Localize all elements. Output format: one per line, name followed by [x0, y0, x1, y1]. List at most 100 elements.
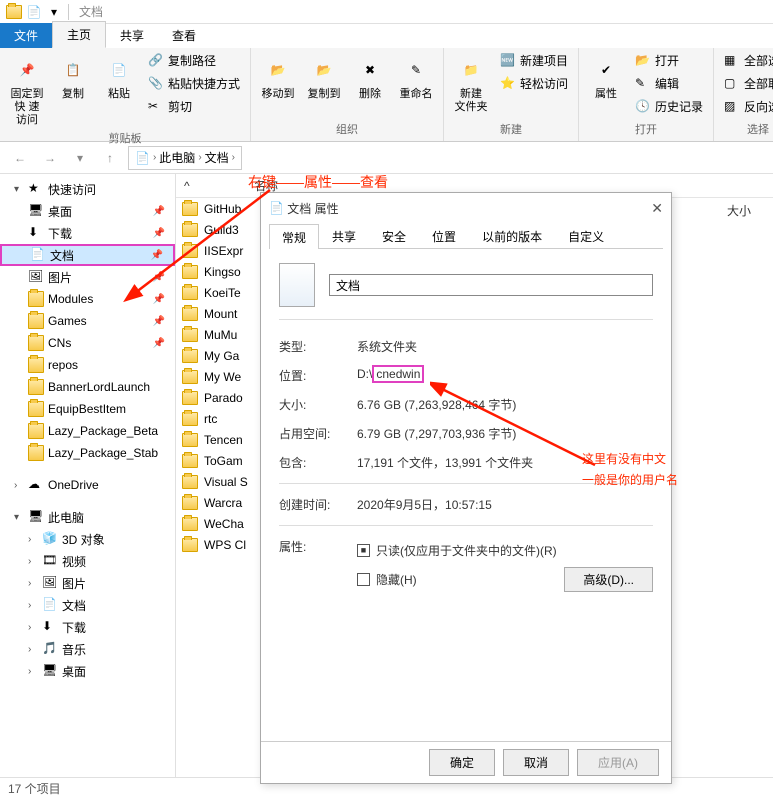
select-all-button[interactable]: ▦全部选择 [720, 50, 773, 71]
cut-button[interactable]: ✂剪切 [144, 96, 244, 117]
tab-file[interactable]: 文件 [0, 23, 52, 48]
tree-equip[interactable]: EquipBestItem [0, 398, 175, 420]
apply-button[interactable]: 应用(A) [577, 749, 659, 776]
newitem-icon: 🆕 [500, 53, 516, 69]
edit-icon: ✎ [635, 76, 651, 92]
tab-location[interactable]: 位置 [419, 223, 469, 248]
pin-icon: 📌 [11, 54, 43, 86]
folder-icon [182, 307, 198, 321]
tree-games[interactable]: Games📌 [0, 310, 175, 332]
folder-icon [28, 401, 44, 417]
picture-icon: 🖼 [42, 575, 58, 591]
folder-icon [182, 265, 198, 279]
rename-button[interactable]: ✎重命名 [395, 50, 437, 101]
tree-thispc[interactable]: ▾🖥此电脑 [0, 506, 175, 528]
tree-repos[interactable]: repos [0, 354, 175, 376]
properties-button[interactable]: ✔属性 [585, 50, 627, 117]
folder-icon [182, 223, 198, 237]
tree-3dobjects[interactable]: ›🧊3D 对象 [0, 528, 175, 550]
open-icon: 📂 [635, 53, 651, 69]
new-item-button[interactable]: 🆕新建项目 [496, 50, 572, 71]
tab-general[interactable]: 常规 [269, 224, 319, 249]
hidden-checkbox[interactable] [357, 573, 370, 586]
nav-forward-button[interactable]: → [38, 146, 62, 170]
paste-button[interactable]: 📄粘贴 [98, 50, 140, 128]
value-size: 6.76 GB (7,263,928,464 字节) [357, 396, 653, 413]
copy-to-button[interactable]: 📂复制到 [303, 50, 345, 101]
dropdown-icon[interactable]: ▾ [46, 4, 62, 20]
delete-button[interactable]: ✖删除 [349, 50, 391, 101]
copy-button[interactable]: 📋复制 [52, 50, 94, 128]
folder-icon [182, 391, 198, 405]
music-icon: 🎵 [42, 641, 58, 657]
tab-previous[interactable]: 以前的版本 [469, 223, 555, 248]
new-folder-button[interactable]: 📁新建 文件夹 [450, 50, 492, 114]
cancel-button[interactable]: 取消 [503, 749, 569, 776]
tab-custom[interactable]: 自定义 [555, 223, 617, 248]
advanced-button[interactable]: 高级(D)... [564, 567, 653, 592]
tree-pictures[interactable]: 🖼图片📌 [0, 266, 175, 288]
paste-shortcut-button[interactable]: 📎粘贴快捷方式 [144, 73, 244, 94]
tree-music[interactable]: ›🎵音乐 [0, 638, 175, 660]
dialog-folder-icon: 📄 [269, 201, 284, 215]
tree-onedrive[interactable]: ›☁OneDrive [0, 474, 175, 496]
ok-button[interactable]: 确定 [429, 749, 495, 776]
tree-desktop[interactable]: 🖥桌面📌 [0, 200, 175, 222]
folder-name-field[interactable]: 文档 [329, 274, 653, 296]
cube-icon: 🧊 [42, 531, 58, 547]
history-button[interactable]: 🕓历史记录 [631, 96, 707, 117]
download-icon: ⬇ [28, 225, 44, 241]
easy-access-button[interactable]: ⭐轻松访问 [496, 73, 572, 94]
navigation-bar: ← → ▾ ↑ 📄 › 此电脑 › 文档 › [0, 142, 773, 174]
tree-lazy-beta[interactable]: Lazy_Package_Beta [0, 420, 175, 442]
pin-icon: 📌 [151, 250, 163, 261]
breadcrumb[interactable]: 📄 › 此电脑 › 文档 › [128, 146, 242, 170]
close-button[interactable]: ✕ [651, 200, 663, 217]
window-titlebar: 📄 ▾ 文档 [0, 0, 773, 24]
select-none-button[interactable]: ▢全部取消 [720, 73, 773, 94]
open-button[interactable]: 📂打开 [631, 50, 707, 71]
pin-to-quick-button[interactable]: 📌固定到快 速访问 [6, 50, 48, 128]
tab-security[interactable]: 安全 [369, 223, 419, 248]
col-size[interactable]: 大小 [727, 202, 751, 219]
hidden-label: 隐藏(H) [376, 571, 417, 588]
tree-pictures2[interactable]: ›🖼图片 [0, 572, 175, 594]
tab-share2[interactable]: 共享 [319, 223, 369, 248]
desktop-icon: 🖥 [42, 663, 58, 679]
copy-path-button[interactable]: 🔗复制路径 [144, 50, 244, 71]
tree-downloads[interactable]: ⬇下载📌 [0, 222, 175, 244]
nav-up-button[interactable]: ↑ [98, 146, 122, 170]
copyto-icon: 📂 [308, 54, 340, 86]
folder-icon [28, 379, 44, 395]
value-type: 系统文件夹 [357, 338, 653, 355]
move-to-button[interactable]: 📂移动到 [257, 50, 299, 101]
edit-button[interactable]: ✎编辑 [631, 73, 707, 94]
crumb-documents[interactable]: 文档 [205, 149, 229, 166]
tree-documents[interactable]: 📄文档📌 [0, 244, 175, 266]
navigation-tree: ▾★快速访问 🖥桌面📌 ⬇下载📌 📄文档📌 🖼图片📌 Modules📌 Game… [0, 174, 176, 777]
moveto-icon: 📂 [262, 54, 294, 86]
tree-documents2[interactable]: ›📄文档 [0, 594, 175, 616]
tab-home[interactable]: 主页 [52, 21, 106, 48]
pin-icon: 📌 [153, 338, 165, 349]
tab-share[interactable]: 共享 [106, 23, 158, 48]
folder-icon [182, 475, 198, 489]
tree-videos[interactable]: ›🎞视频 [0, 550, 175, 572]
invert-select-button[interactable]: ▨反向选择 [720, 96, 773, 117]
crumb-thispc[interactable]: 此电脑 [159, 149, 195, 166]
folder-icon [182, 454, 198, 468]
readonly-checkbox[interactable] [357, 544, 370, 557]
tree-quick-access[interactable]: ▾★快速访问 [0, 178, 175, 200]
folder-icon [28, 313, 44, 329]
nav-recent-button[interactable]: ▾ [68, 146, 92, 170]
tab-view[interactable]: 查看 [158, 23, 210, 48]
tree-lazy-stab[interactable]: Lazy_Package_Stab [0, 442, 175, 464]
tree-banner[interactable]: BannerLordLaunch [0, 376, 175, 398]
tree-cns[interactable]: CNs📌 [0, 332, 175, 354]
tree-downloads2[interactable]: ›⬇下载 [0, 616, 175, 638]
tree-modules[interactable]: Modules📌 [0, 288, 175, 310]
desktop-icon: 🖥 [28, 203, 44, 219]
nav-back-button[interactable]: ← [8, 146, 32, 170]
tree-desktop2[interactable]: ›🖥桌面 [0, 660, 175, 682]
location-highlight: cnedwin [372, 365, 424, 383]
